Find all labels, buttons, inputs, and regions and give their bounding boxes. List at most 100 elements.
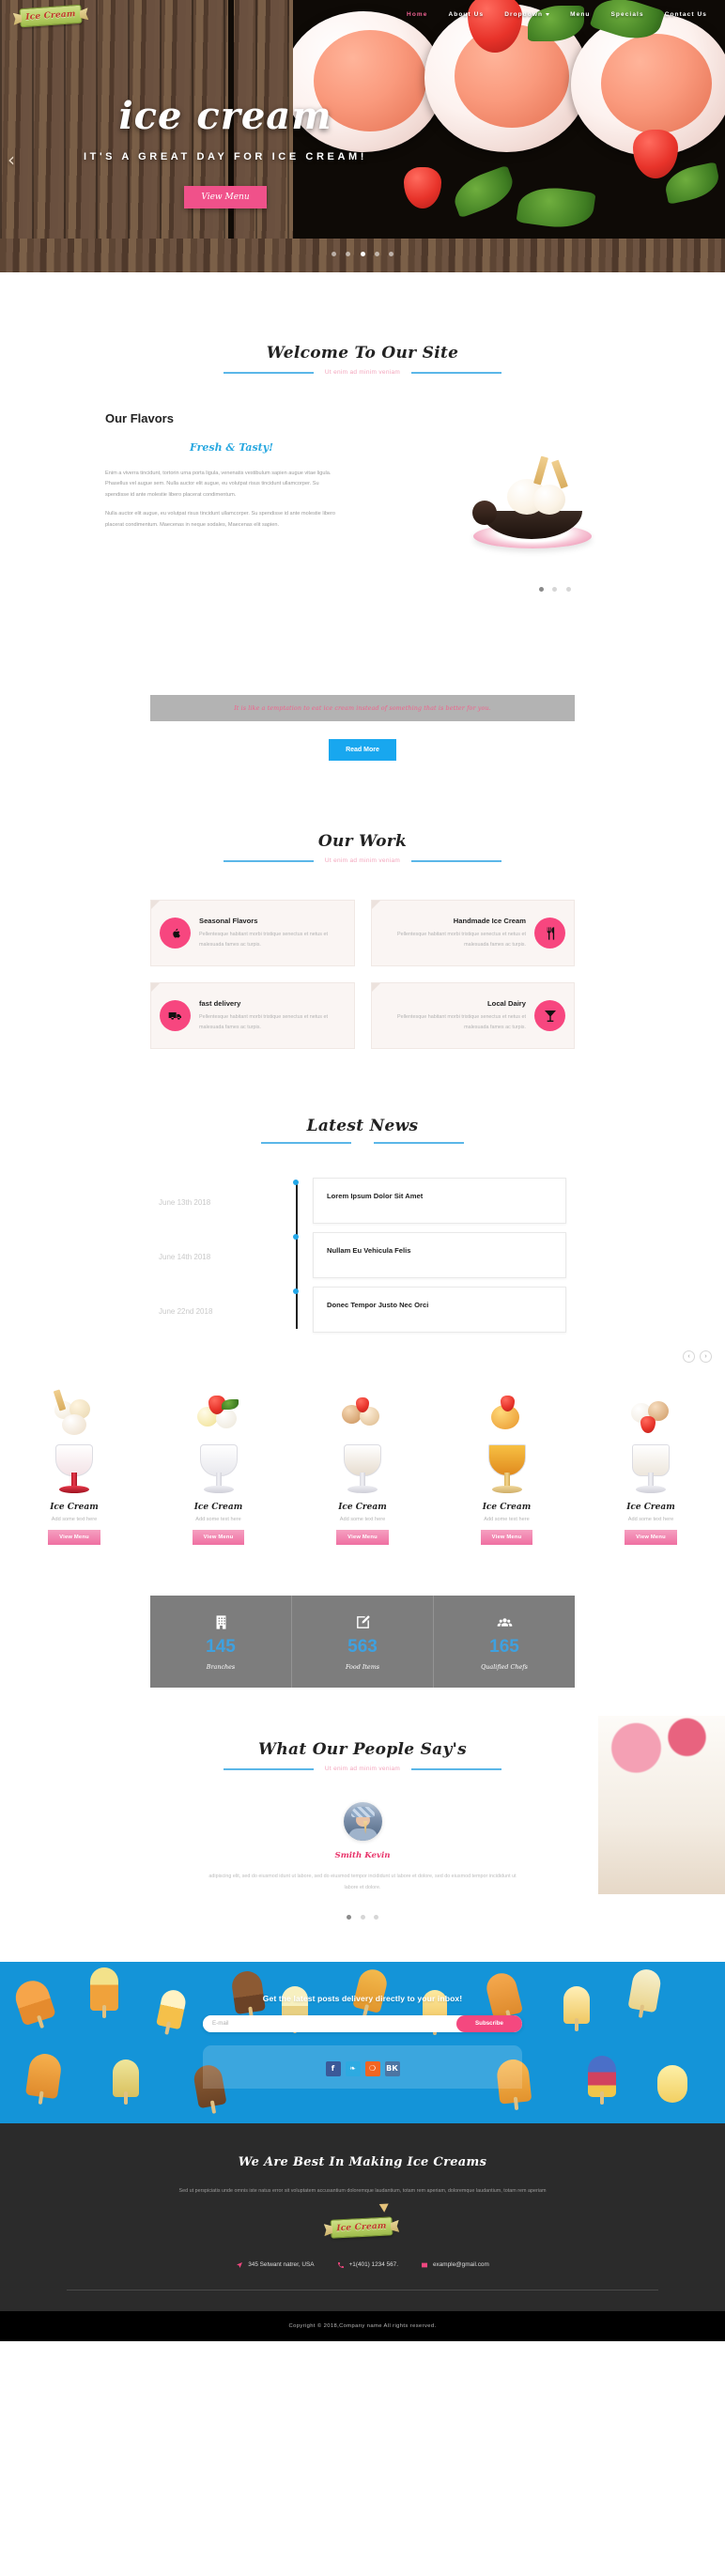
news-card[interactable]: Donec Tempor Justo Nec Orci (313, 1287, 566, 1334)
product-view-menu-button[interactable]: View Menu (48, 1530, 100, 1546)
welcome-subtitle: Ut enim ad minim veniam (324, 369, 401, 376)
building-icon (150, 1614, 291, 1633)
work-card-title: Local Dairy (487, 998, 526, 1008)
hero-dot-5[interactable] (389, 252, 394, 256)
nav-item-menu[interactable]: Menu (560, 0, 600, 29)
products-next-button[interactable]: › (700, 1350, 712, 1364)
product-view-menu-button[interactable]: View Menu (625, 1530, 677, 1546)
work-subtitle: Ut enim ad minim veniam (324, 857, 401, 865)
work-card-text: Seasonal Flavors Pellentesque habitant m… (191, 917, 346, 950)
hero-dot-2[interactable] (346, 252, 351, 256)
testimonial-subtitle: Ut enim ad minim veniam (324, 1766, 401, 1773)
hero-view-menu-button[interactable]: View Menu (184, 186, 267, 208)
stats-section: 145 Branches 563 Food Items 165 Qualifie… (0, 1596, 725, 1689)
product-card[interactable]: Ice Cream Add some text here View Menu (582, 1382, 719, 1546)
work-card-text: fast delivery Pellentesque habitant morb… (191, 999, 346, 1033)
social-links-panel: f ❧ ❍ ВК (203, 2044, 522, 2089)
testimonial-heading: What Our People Say's Ut enim ad minim v… (0, 1740, 725, 1772)
footer-logo[interactable]: Ice Cream (330, 2203, 394, 2239)
avatar (343, 1802, 382, 1842)
hero-prev-arrow-icon[interactable]: ‹ (8, 148, 15, 171)
product-card[interactable]: Ice Cream Add some text here View Menu (294, 1382, 431, 1546)
nav-item-dropdown[interactable]: Dropdown (494, 0, 560, 29)
hero-subtitle: IT'S A GREAT DAY FOR ICE CREAM! (83, 151, 368, 162)
work-card-title: fast delivery (199, 998, 241, 1008)
testimonial-dot-1[interactable] (347, 1914, 352, 1920)
cocktail-glass-icon (534, 1000, 565, 1032)
timeline-date: June 22nd 2018 (159, 1307, 213, 1317)
work-card-desc: Pellentesque habitant morbi tristique se… (397, 1013, 526, 1030)
nav-item-home[interactable]: Home (396, 0, 438, 29)
product-view-menu-button[interactable]: View Menu (192, 1530, 245, 1546)
product-card[interactable]: Ice Cream Add some text here View Menu (150, 1382, 287, 1546)
news-card[interactable]: Lorem Ipsum Dolor Sit Amet (313, 1178, 566, 1225)
product-subtitle: Add some text here (195, 1517, 241, 1523)
flavors-dot-2[interactable] (552, 587, 558, 593)
hero-title: ice cream (118, 94, 332, 138)
testimonial-dot-2[interactable] (360, 1914, 365, 1920)
news-headline: Donec Tempor Justo Nec Orci (327, 1301, 429, 1310)
facebook-icon[interactable]: f (325, 2060, 341, 2076)
hero-banner: Ice Cream Home About Us Dropdown Menu Sp… (0, 0, 725, 302)
product-image (6, 1382, 143, 1495)
testimonial-quote: adipiscing elit, sed do eiusmod idunt ut… (208, 1874, 517, 1890)
read-more-button[interactable]: Read More (329, 739, 396, 762)
news-headline: Lorem Ipsum Dolor Sit Amet (327, 1192, 424, 1201)
product-card[interactable]: Ice Cream Add some text here View Menu (439, 1382, 576, 1546)
stat-number: 145 (206, 1637, 236, 1658)
work-card-seasonal-flavors[interactable]: Seasonal Flavors Pellentesque habitant m… (150, 900, 355, 967)
footer-address: 345 Setwant natrer, USA (236, 2261, 315, 2269)
work-card-handmade-ice-cream[interactable]: Handmade Ice Cream Pellentesque habitant… (370, 900, 575, 967)
site-logo[interactable]: Ice Cream (13, 0, 88, 30)
work-card-text: Local Dairy Pellentesque habitant morbi … (380, 999, 535, 1033)
twitter-icon[interactable]: ❧ (345, 2060, 361, 2076)
testimonial-dot-3[interactable] (373, 1914, 378, 1920)
footer-email[interactable]: example@gmail.com (421, 2261, 489, 2269)
quote-banner: It is like a temptation to eat ice cream… (150, 695, 575, 722)
timeline-row: June 13th 2018 Lorem Ipsum Dolor Sit Ame… (159, 1178, 566, 1225)
nav-item-contact-us[interactable]: Contact Us (655, 0, 717, 29)
our-work-section: Our Work Ut enim ad minim veniam Seasona… (0, 761, 725, 1050)
work-card-fast-delivery[interactable]: fast delivery Pellentesque habitant morb… (150, 982, 355, 1050)
footer-phone[interactable]: +1(401) 1234 567. (337, 2261, 398, 2269)
cutlery-icon (534, 918, 565, 949)
nav-item-specials[interactable]: Specials (601, 0, 655, 29)
hero-content: ice cream IT'S A GREAT DAY FOR ICE CREAM… (0, 98, 451, 208)
product-view-menu-button[interactable]: View Menu (480, 1530, 533, 1546)
welcome-heading: Welcome To Our Site Ut enim ad minim ven… (0, 344, 725, 376)
products-prev-button[interactable]: ‹ (683, 1350, 695, 1364)
product-view-menu-button[interactable]: View Menu (336, 1530, 389, 1546)
rss-icon[interactable]: ❍ (364, 2060, 380, 2076)
stat-number: 563 (347, 1637, 378, 1658)
nav-item-about-us[interactable]: About Us (439, 0, 495, 29)
quote-banner-wrap: It is like a temptation to eat ice cream… (0, 695, 725, 762)
read-more-wrap: Read More (0, 739, 725, 762)
product-image (582, 1382, 719, 1495)
hero-dot-1[interactable] (331, 252, 336, 256)
ice-cream-cone-logo-icon (67, 0, 79, 17)
flavors-dot-3[interactable] (565, 587, 571, 593)
product-card[interactable]: Ice Cream Add some text here View Menu (6, 1382, 143, 1546)
email-input[interactable] (203, 2014, 456, 2032)
subscribe-button[interactable]: Subscribe (456, 2014, 522, 2032)
work-card-local-dairy[interactable]: Local Dairy Pellentesque habitant morbi … (370, 982, 575, 1050)
news-card[interactable]: Nullam Eu Vehicula Felis (313, 1232, 566, 1279)
products-carousel: ‹ › Ice Cream Add some text here View Me… (0, 1341, 725, 1546)
footer-address-text: 345 Setwant natrer, USA (248, 2261, 315, 2269)
phone-icon (337, 2261, 344, 2268)
flavors-body: Enim a viverra tincidunt, tortorin urna … (105, 469, 338, 531)
work-card-desc: Pellentesque habitant morbi tristique se… (199, 1013, 328, 1030)
stat-qualified-chefs: 165 Qualified Chefs (434, 1596, 575, 1688)
flavors-dot-1[interactable] (538, 587, 544, 593)
product-image (294, 1382, 431, 1495)
quote-banner-text: It is like a temptation to eat ice cream… (234, 704, 491, 713)
product-name: Ice Cream (338, 1503, 387, 1513)
divider-line-left (223, 859, 314, 862)
hero-dot-3[interactable] (360, 252, 365, 256)
vk-icon[interactable]: ВК (384, 2060, 400, 2076)
timeline-dot-icon (293, 1234, 299, 1241)
product-subtitle: Add some text here (339, 1517, 386, 1523)
hero-dot-4[interactable] (374, 252, 379, 256)
timeline-dot-icon (293, 1180, 299, 1186)
work-card-desc: Pellentesque habitant morbi tristique se… (199, 931, 328, 948)
